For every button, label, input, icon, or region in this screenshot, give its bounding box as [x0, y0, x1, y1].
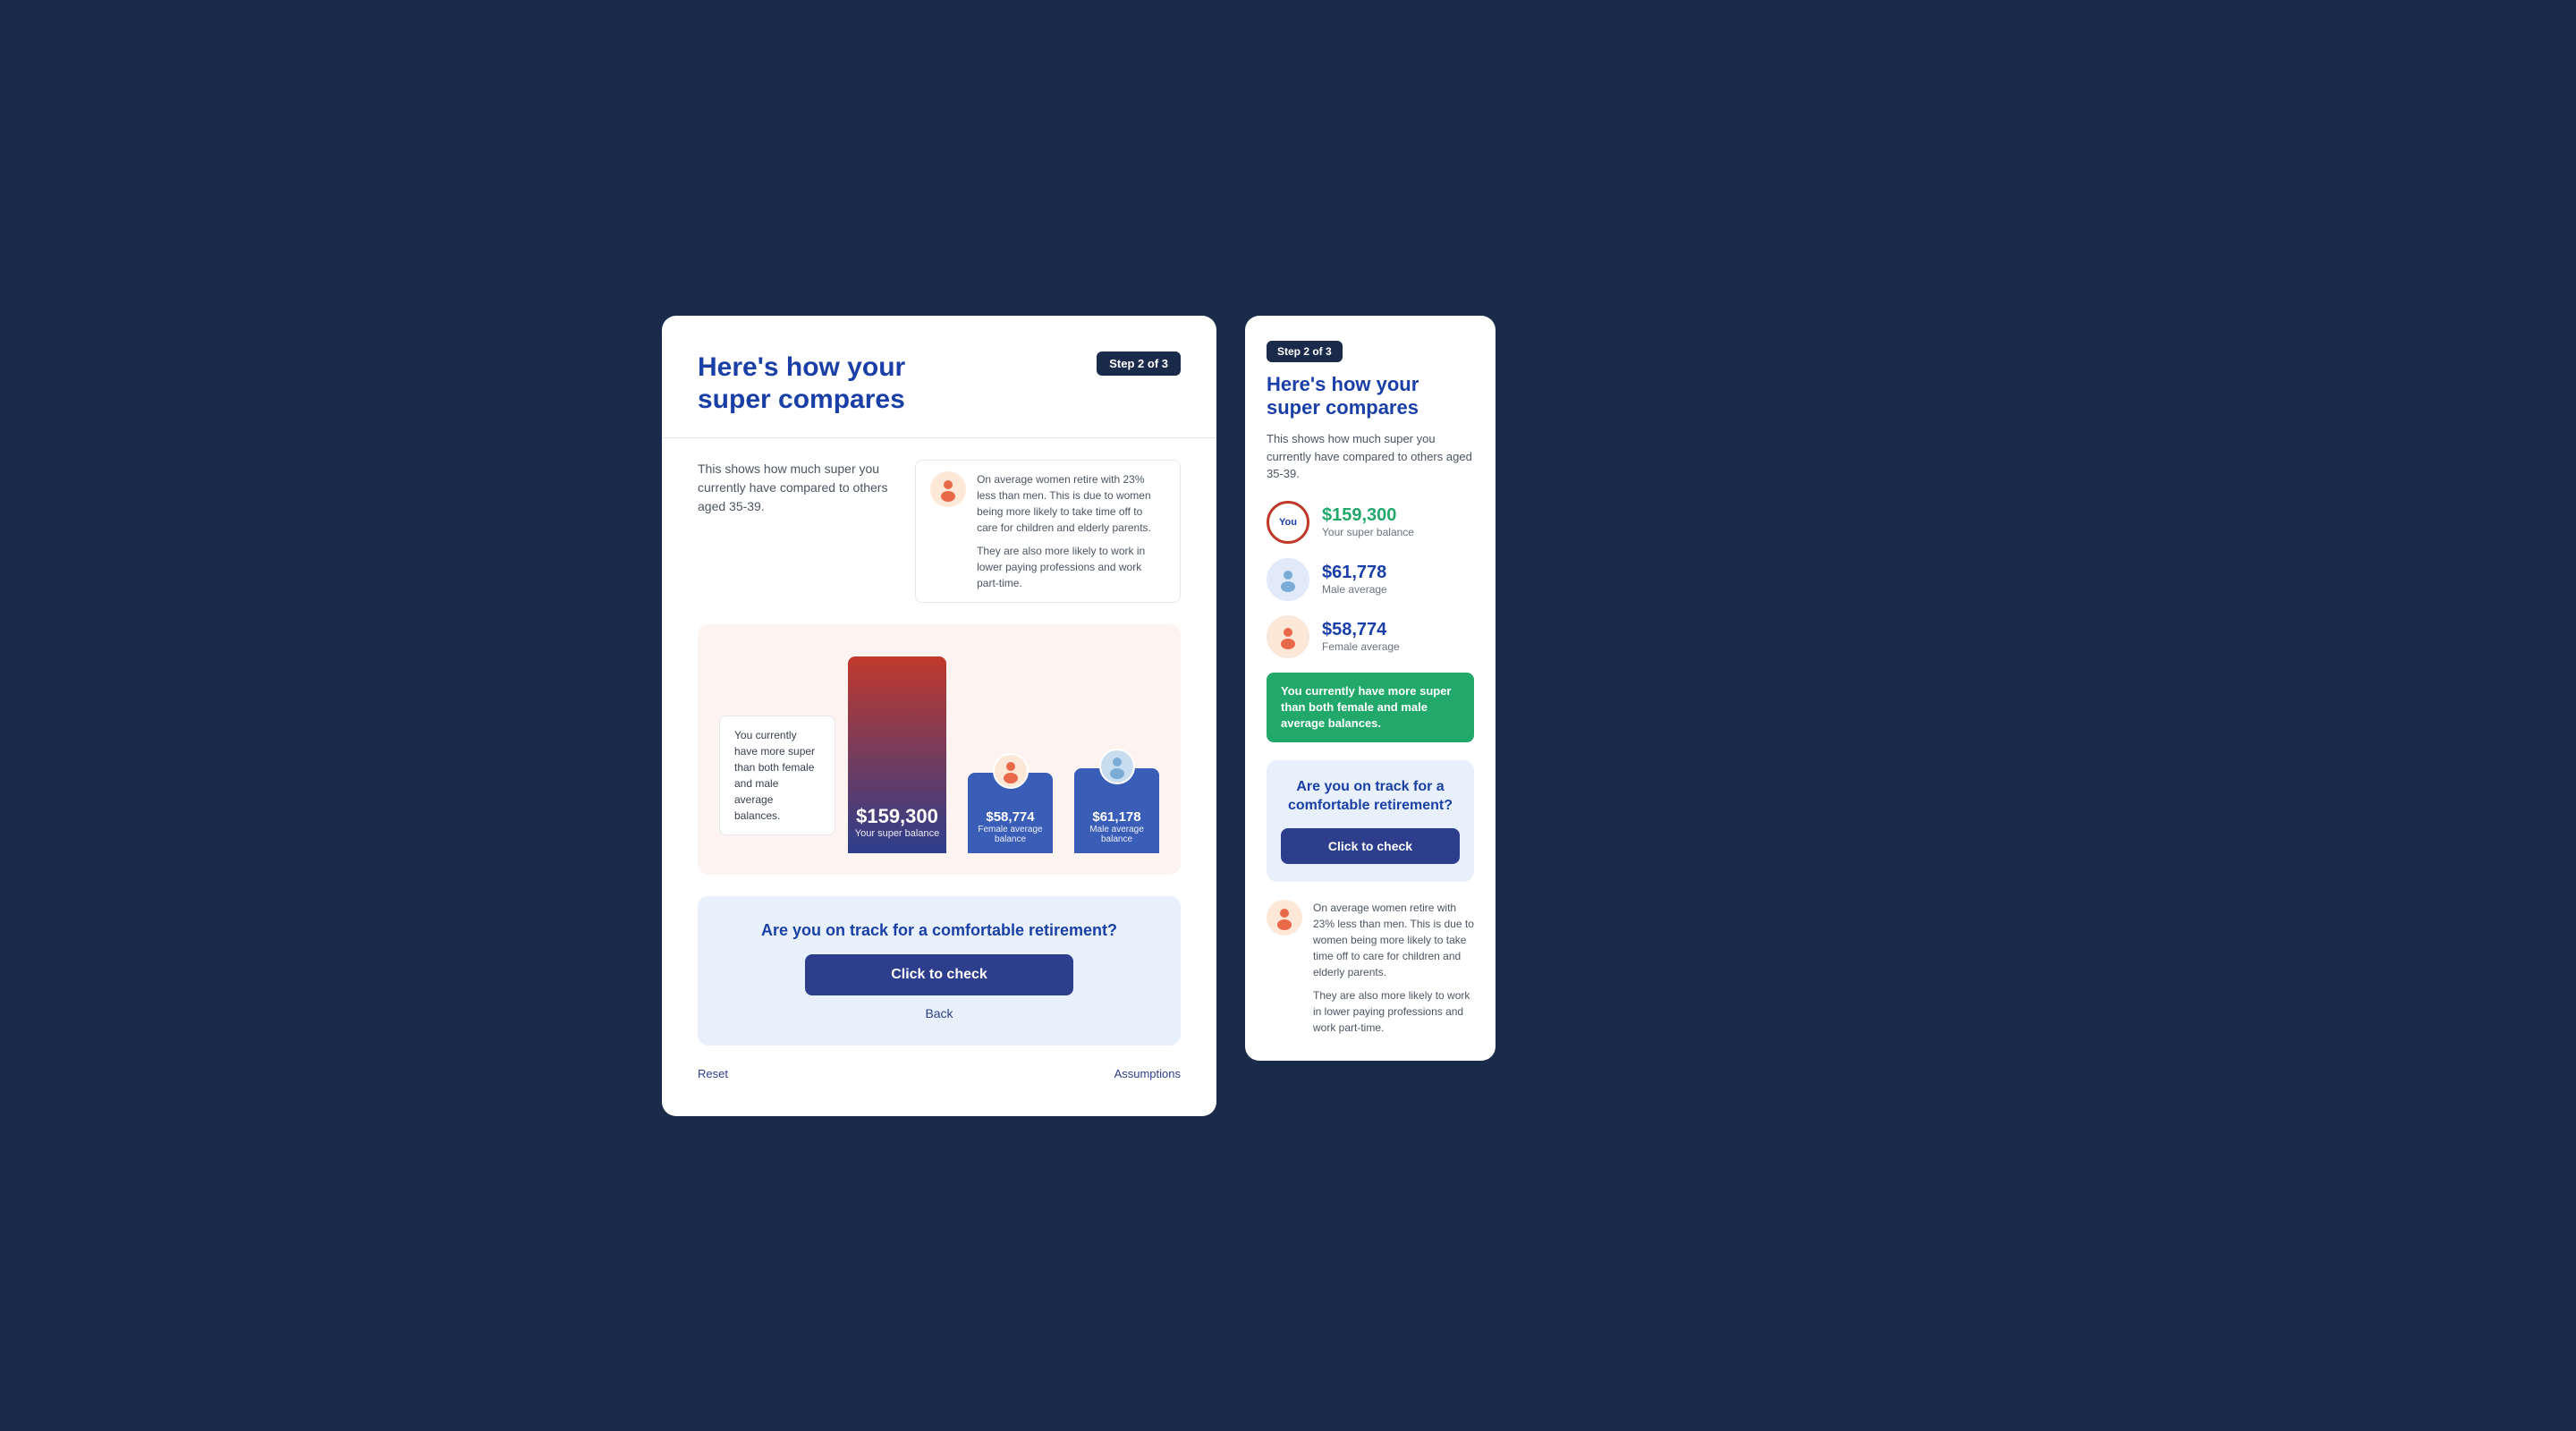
you-avatar: You: [1267, 501, 1309, 544]
bar-you: $159,300 Your super balance: [848, 656, 946, 853]
step-badge: Step 2 of 3: [1097, 351, 1181, 376]
you-balance-label: Your super balance: [1322, 526, 1414, 538]
mobile-cta-section: Are you on track for a comfortable retir…: [1267, 760, 1474, 882]
you-balance-amount: $159,300: [1322, 505, 1414, 526]
bar-female-wrapper: $58,774 Female average balance: [968, 773, 1053, 853]
left-card: Here's how your super compares Step 2 of…: [662, 316, 1216, 1116]
bar-male: $61,178 Male average balance: [1074, 768, 1159, 853]
mobile-info-text-1: On average women retire with 23% less th…: [1313, 900, 1474, 980]
chart-area: You currently have more super than both …: [698, 624, 1181, 875]
mobile-step-badge: Step 2 of 3: [1267, 341, 1343, 362]
male-amount: $61,178: [1092, 809, 1140, 825]
male-balance-amount: $61,778: [1322, 563, 1387, 583]
back-link[interactable]: Back: [719, 1006, 1159, 1020]
bar-female: $58,774 Female average balance: [968, 773, 1053, 853]
male-balance-label: Male average: [1322, 583, 1387, 596]
green-notice: You currently have more super than both …: [1267, 673, 1474, 743]
click-to-check-button[interactable]: Click to check: [805, 954, 1073, 995]
mobile-info-avatar: [1267, 900, 1302, 936]
male-bar-avatar: [1099, 749, 1135, 784]
info-box: On average women retire with 23% less th…: [915, 460, 1181, 603]
balance-row-you: You $159,300 Your super balance: [1267, 501, 1474, 544]
mobile-title: Here's how your super compares: [1267, 373, 1474, 420]
info-box-text-2: They are also more likely to work in low…: [977, 543, 1165, 591]
female-balance-amount: $58,774: [1322, 620, 1400, 640]
female-amount: $58,774: [986, 809, 1034, 825]
page-wrapper: Here's how your super compares Step 2 of…: [662, 316, 1914, 1116]
you-label: Your super balance: [855, 828, 939, 839]
info-box-content: On average women retire with 23% less th…: [977, 471, 1165, 591]
male-balance-info: $61,778 Male average: [1322, 563, 1387, 596]
right-card-mobile: Step 2 of 3 Here's how your super compar…: [1245, 316, 1496, 1061]
mobile-info-box: On average women retire with 23% less th…: [1267, 900, 1474, 1036]
divider: [662, 437, 1216, 438]
balance-row-male: $61,778 Male average: [1267, 558, 1474, 601]
cta-question: Are you on track for a comfortable retir…: [719, 921, 1159, 940]
assumptions-link[interactable]: Assumptions: [1114, 1067, 1181, 1080]
female-label: Female average balance: [968, 825, 1053, 844]
chart-callout: You currently have more super than both …: [719, 716, 835, 835]
bar-male-wrapper: $61,178 Male average balance: [1074, 768, 1159, 853]
female-avatar: [930, 471, 966, 507]
mobile-description: This shows how much super you currently …: [1267, 430, 1474, 483]
female-bar-avatar: [993, 753, 1029, 789]
female-balance-info: $58,774 Female average: [1322, 620, 1400, 653]
female-balance-label: Female average: [1322, 640, 1400, 653]
card-footer: Reset Assumptions: [698, 1067, 1181, 1080]
bar-you-wrapper: $159,300 Your super balance: [848, 656, 946, 853]
male-avatar: [1267, 558, 1309, 601]
reset-link[interactable]: Reset: [698, 1067, 728, 1080]
mobile-info-content: On average women retire with 23% less th…: [1313, 900, 1474, 1036]
info-section: This shows how much super you currently …: [698, 460, 1181, 603]
male-label: Male average balance: [1074, 825, 1159, 844]
female-avatar-mobile: [1267, 615, 1309, 658]
page-title: Here's how your super compares: [698, 351, 905, 416]
description-text: This shows how much super you currently …: [698, 460, 894, 603]
mobile-info-text-2: They are also more likely to work in low…: [1313, 987, 1474, 1036]
you-balance-info: $159,300 Your super balance: [1322, 505, 1414, 538]
info-box-text-1: On average women retire with 23% less th…: [977, 471, 1165, 536]
balance-row-female: $58,774 Female average: [1267, 615, 1474, 658]
mobile-click-to-check-button[interactable]: Click to check: [1281, 828, 1460, 864]
mobile-cta-question: Are you on track for a comfortable retir…: [1281, 778, 1460, 816]
cta-section: Are you on track for a comfortable retir…: [698, 896, 1181, 1046]
you-amount: $159,300: [856, 805, 938, 828]
card-header: Here's how your super compares Step 2 of…: [698, 351, 1181, 416]
